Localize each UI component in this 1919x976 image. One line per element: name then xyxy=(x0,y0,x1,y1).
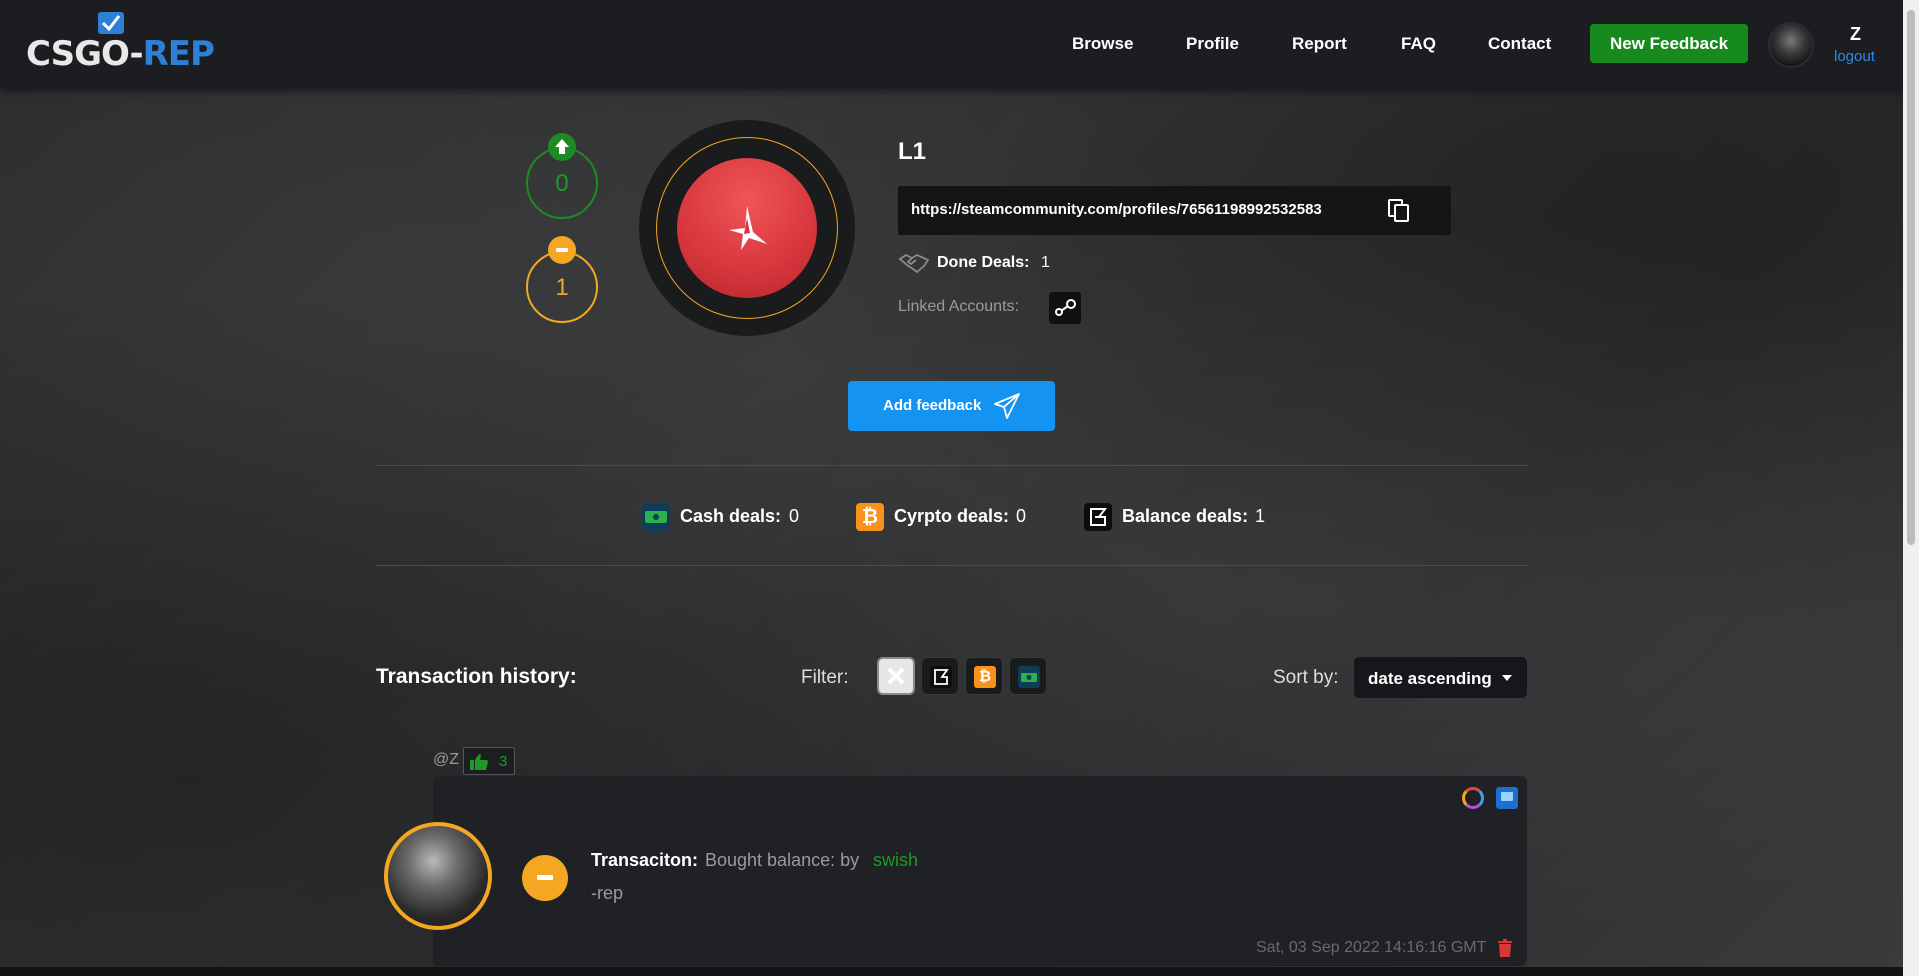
bottom-taskbar-edge xyxy=(0,967,1903,976)
cash-deals-label: Cash deals: xyxy=(680,506,782,526)
like-count: 3 xyxy=(499,753,508,770)
steam-icon[interactable] xyxy=(1049,292,1081,324)
thumbs-up-icon xyxy=(470,754,488,770)
sort-dropdown[interactable]: date ascending xyxy=(1354,657,1527,698)
close-icon xyxy=(887,667,905,685)
trash-icon[interactable] xyxy=(1498,939,1512,957)
filter-label: Filter: xyxy=(801,667,849,688)
feedback-author[interactable]: @Z xyxy=(433,751,459,769)
site-logo[interactable]: CSGO-REP xyxy=(26,12,226,74)
linked-accounts-label: Linked Accounts: xyxy=(898,298,1019,315)
done-deals-value: 1 xyxy=(1041,254,1050,271)
sort-label: Sort by: xyxy=(1273,667,1339,688)
feedback-author-avatar[interactable] xyxy=(384,822,492,930)
cash-icon xyxy=(1018,666,1040,688)
crypto-deals-value: 0 xyxy=(1016,506,1027,526)
transaction-label: Transaciton: xyxy=(591,850,699,870)
logo-accent: REP xyxy=(142,34,215,74)
user-avatar[interactable] xyxy=(1768,22,1814,68)
filter-balance-button[interactable] xyxy=(921,657,959,695)
cash-icon xyxy=(642,503,670,531)
feedback-card xyxy=(433,776,1527,966)
logo-main: CSGO- xyxy=(26,34,144,74)
top-navbar: CSGO-REP Browse Profile Report FAQ Conta… xyxy=(0,0,1903,89)
checkmark-icon xyxy=(98,12,124,34)
nav-browse[interactable]: Browse xyxy=(1072,34,1133,54)
add-feedback-label: Add feedback xyxy=(883,397,982,414)
add-feedback-button[interactable]: Add feedback xyxy=(848,381,1055,431)
bitcoin-icon: ₿ xyxy=(856,503,884,531)
cash-deals-value: 0 xyxy=(789,506,800,526)
transaction-history-title: Transaction history: xyxy=(376,665,577,688)
user-name: Z xyxy=(1850,24,1861,44)
bitcoin-icon: ₿ xyxy=(974,666,996,688)
balance-deals-label: Balance deals: xyxy=(1122,506,1249,526)
transaction-description: Bought balance: by xyxy=(705,850,860,870)
profile-name: L1 xyxy=(898,138,927,165)
chevron-down-icon xyxy=(1502,675,1512,681)
crypto-deals-label: Cyrpto deals: xyxy=(894,506,1010,526)
copy-icon[interactable] xyxy=(1388,199,1410,223)
minus-icon xyxy=(548,236,576,264)
handshake-icon xyxy=(899,253,929,274)
feedback-date: Sat, 03 Sep 2022 14:16:16 GMT xyxy=(1256,939,1487,956)
nav-contact[interactable]: Contact xyxy=(1488,34,1551,54)
nav-faq[interactable]: FAQ xyxy=(1401,34,1436,54)
screenshot-icon[interactable] xyxy=(1496,787,1518,809)
profile-avatar xyxy=(639,120,855,336)
steam-url-box: https://steamcommunity.com/profiles/7656… xyxy=(898,186,1451,235)
nav-report[interactable]: Report xyxy=(1292,34,1347,54)
balance-icon xyxy=(930,666,952,688)
paper-plane-icon xyxy=(994,393,1020,419)
filter-clear-button[interactable] xyxy=(877,657,915,695)
page-scrollbar[interactable] xyxy=(1903,0,1919,976)
transaction-partner-link[interactable]: swish xyxy=(873,850,918,871)
negative-rep-icon xyxy=(522,855,568,901)
sort-value: date ascending xyxy=(1368,669,1492,688)
nav-profile[interactable]: Profile xyxy=(1186,34,1239,54)
skinport-icon[interactable] xyxy=(1462,787,1484,809)
divider xyxy=(376,465,1528,466)
scrollbar-thumb[interactable] xyxy=(1907,10,1915,545)
done-deals-label: Done Deals: xyxy=(937,254,1030,271)
astralis-logo-icon xyxy=(677,158,817,298)
steam-url[interactable]: https://steamcommunity.com/profiles/7656… xyxy=(911,201,1322,218)
filter-crypto-button[interactable]: ₿ xyxy=(965,657,1003,695)
logo-text: CSGO-REP xyxy=(26,34,215,74)
feedback-comment: -rep xyxy=(591,883,624,903)
balance-icon xyxy=(1084,503,1112,531)
arrow-up-icon xyxy=(548,133,576,161)
balance-deals-value: 1 xyxy=(1255,506,1266,526)
filter-cash-button[interactable] xyxy=(1009,657,1047,695)
divider xyxy=(376,565,1528,566)
logout-link[interactable]: logout xyxy=(1834,48,1875,65)
like-button[interactable]: 3 xyxy=(463,747,515,775)
new-feedback-button[interactable]: New Feedback xyxy=(1590,24,1748,63)
